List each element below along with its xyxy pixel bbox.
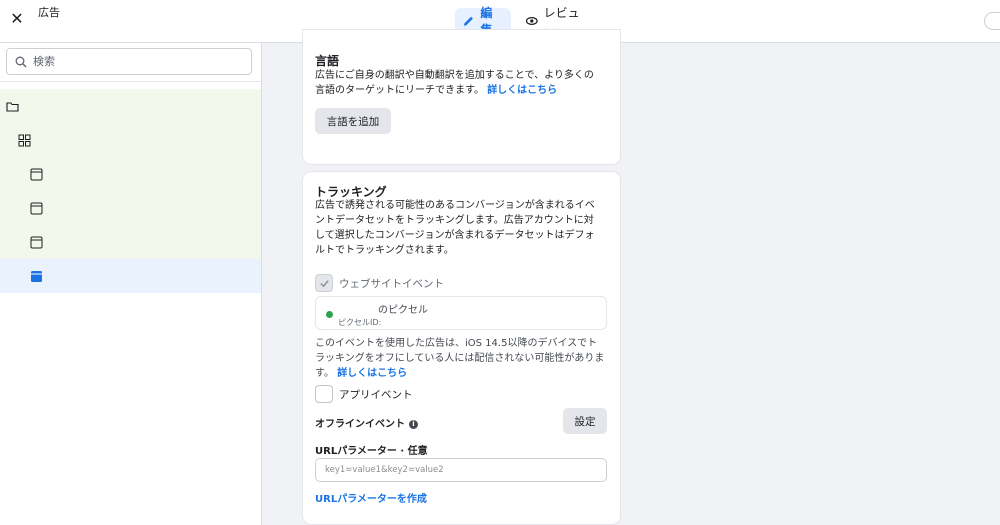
sidebar-divider bbox=[0, 81, 261, 82]
description-line: ントデータセットをトラッキングします。広告アカウントに対 bbox=[315, 215, 594, 226]
language-description: 広告にご自身の翻訳や自動翻訳を追加することで、より多くの 言語のターゲットにリー… bbox=[315, 68, 611, 98]
description-line: 広告にご自身の翻訳や自動翻訳を追加することで、より多くの bbox=[315, 70, 594, 81]
grid-icon bbox=[18, 134, 31, 146]
close-icon[interactable]: ✕ bbox=[8, 10, 26, 28]
settings-button[interactable]: 設定 bbox=[563, 408, 607, 434]
add-language-button[interactable]: 言語を追加 bbox=[315, 108, 391, 134]
ios-learn-more-link[interactable]: 詳しくはこちら bbox=[337, 368, 407, 379]
website-events-label: ウェブサイトイベント bbox=[339, 278, 444, 290]
ios-note: このイベントを使用した広告は、iOS 14.5以降のデバイスでト ラッキングをオ… bbox=[315, 336, 611, 381]
ad-icon bbox=[30, 202, 43, 214]
url-params-label: URLパラメーター · 任意 bbox=[315, 446, 428, 457]
search-icon bbox=[15, 56, 27, 67]
tree-item-ad[interactable] bbox=[0, 157, 261, 191]
ad-icon bbox=[30, 168, 43, 180]
create-url-params-link[interactable]: URLパラメーターを作成 bbox=[315, 490, 427, 505]
learn-more-link[interactable]: 詳しくはこちら bbox=[487, 85, 557, 96]
toggle-switch[interactable] bbox=[984, 12, 1000, 30]
page-title: 広告 bbox=[38, 6, 60, 19]
url-params-input[interactable] bbox=[315, 458, 607, 482]
pixel-id-label: ピクセルID: bbox=[338, 318, 382, 327]
ios-note-line: このイベントを使用した広告は、iOS 14.5以降のデバイスでト bbox=[315, 338, 598, 349]
tree-item-ad[interactable] bbox=[0, 225, 261, 259]
pixel-name: のピクセル bbox=[378, 305, 428, 316]
sidebar bbox=[0, 43, 262, 525]
pixel-box: のピクセル ピクセルID: bbox=[315, 296, 607, 330]
tracking-description: 広告で誘発される可能性のあるコンバージョンが含まれるイベ ントデータセットをトラ… bbox=[315, 198, 611, 258]
ios-note-text: す。 bbox=[315, 368, 334, 379]
eye-icon bbox=[526, 16, 538, 26]
language-card: 言語 広告にご自身の翻訳や自動翻訳を追加することで、より多くの 言語のターゲット… bbox=[303, 30, 620, 164]
ad-icon bbox=[30, 236, 43, 248]
tree-item-ad-selected[interactable] bbox=[0, 259, 261, 293]
tree-item-ad[interactable] bbox=[0, 191, 261, 225]
offline-events-label: オフラインイベント bbox=[315, 419, 405, 430]
ad-icon bbox=[31, 270, 42, 282]
app-events-checkbox[interactable] bbox=[315, 385, 333, 403]
description-line: 言語のターゲットにリーチできます。 詳しくはこちら bbox=[315, 83, 611, 98]
description-line: 広告で誘発される可能性のあるコンバージョンが含まれるイベ bbox=[315, 200, 595, 211]
pencil-icon bbox=[463, 16, 473, 26]
app-events-label: アプリイベント bbox=[339, 389, 413, 401]
info-icon[interactable]: i bbox=[409, 420, 418, 429]
tree-item-adset[interactable] bbox=[0, 123, 261, 157]
campaign-tree bbox=[0, 89, 261, 293]
ios-note-line: す。 詳しくはこちら bbox=[315, 366, 611, 381]
website-events-checkbox[interactable] bbox=[315, 274, 333, 292]
offline-events-heading: オフラインイベント i bbox=[315, 415, 418, 430]
tracking-card: トラッキング 広告で誘発される可能性のあるコンバージョンが含まれるイベ ントデー… bbox=[303, 172, 620, 524]
tree-item-campaign[interactable] bbox=[0, 89, 261, 123]
search-box[interactable] bbox=[6, 48, 252, 75]
language-title: 言語 bbox=[315, 54, 340, 68]
description-line: ルトでトラッキングされます。 bbox=[315, 245, 454, 256]
description-line: して選択したコンバージョンが含まれるデータセットはデフォ bbox=[315, 230, 595, 241]
description-text: 言語のターゲットにリーチできます。 bbox=[315, 85, 484, 96]
checkmark-icon bbox=[319, 279, 329, 287]
search-input[interactable] bbox=[33, 55, 233, 68]
ios-note-line: ラッキングをオフにしている人には配信されない可能性がありま bbox=[315, 353, 605, 364]
folder-icon bbox=[6, 101, 19, 112]
status-dot bbox=[326, 311, 333, 318]
